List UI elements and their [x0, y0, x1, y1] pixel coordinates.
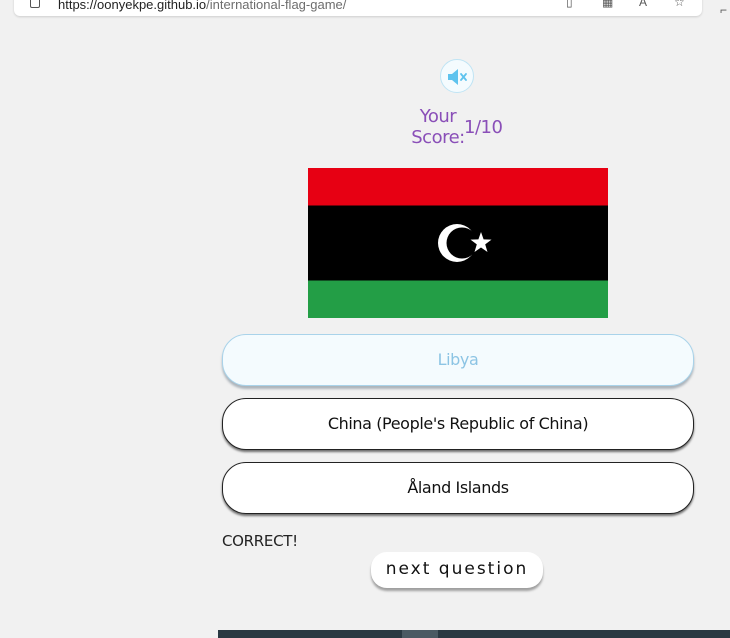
browser-toolbar: https://oonyekpe.github.io/international… — [0, 0, 730, 22]
read-aloud-icon[interactable]: A — [639, 0, 647, 8]
flag-bottom-stripe — [308, 280, 608, 318]
result-message: CORRECT! — [222, 532, 298, 550]
speaker-muted-icon — [448, 69, 467, 85]
sound-toggle-button[interactable] — [440, 59, 474, 93]
answer-option-1[interactable]: Libya — [222, 334, 694, 386]
url-path: /international-flag-game/ — [206, 0, 347, 12]
flag-top-stripe — [308, 168, 608, 206]
reading-view-icon[interactable]: ▯ — [566, 0, 573, 8]
answer-option-2[interactable]: China (People's Republic of China) — [222, 398, 694, 450]
site-info-icon[interactable] — [30, 0, 40, 8]
favorites-icon[interactable]: ☆ — [674, 0, 685, 8]
apps-icon[interactable]: ▦ — [602, 0, 613, 8]
taskbar-preview — [218, 630, 730, 638]
next-question-button[interactable]: next question — [371, 552, 543, 588]
address-bar[interactable]: https://oonyekpe.github.io/international… — [14, 0, 702, 16]
score-label: Your Score: — [411, 106, 465, 148]
flag-image — [308, 168, 608, 318]
taskbar-segment — [402, 630, 438, 638]
score-display: Your Score: 1/10 — [400, 106, 520, 152]
answer-option-3[interactable]: Åland Islands — [222, 462, 694, 514]
url-host: https://oonyekpe.github.io — [58, 0, 207, 12]
extensions-icon[interactable]: ⌐ — [720, 4, 727, 16]
game-page: Your Score: 1/10 Libya China (People's R… — [0, 22, 730, 630]
score-value: 1/10 — [464, 117, 503, 138]
url-text[interactable]: https://oonyekpe.github.io/international… — [58, 0, 346, 12]
